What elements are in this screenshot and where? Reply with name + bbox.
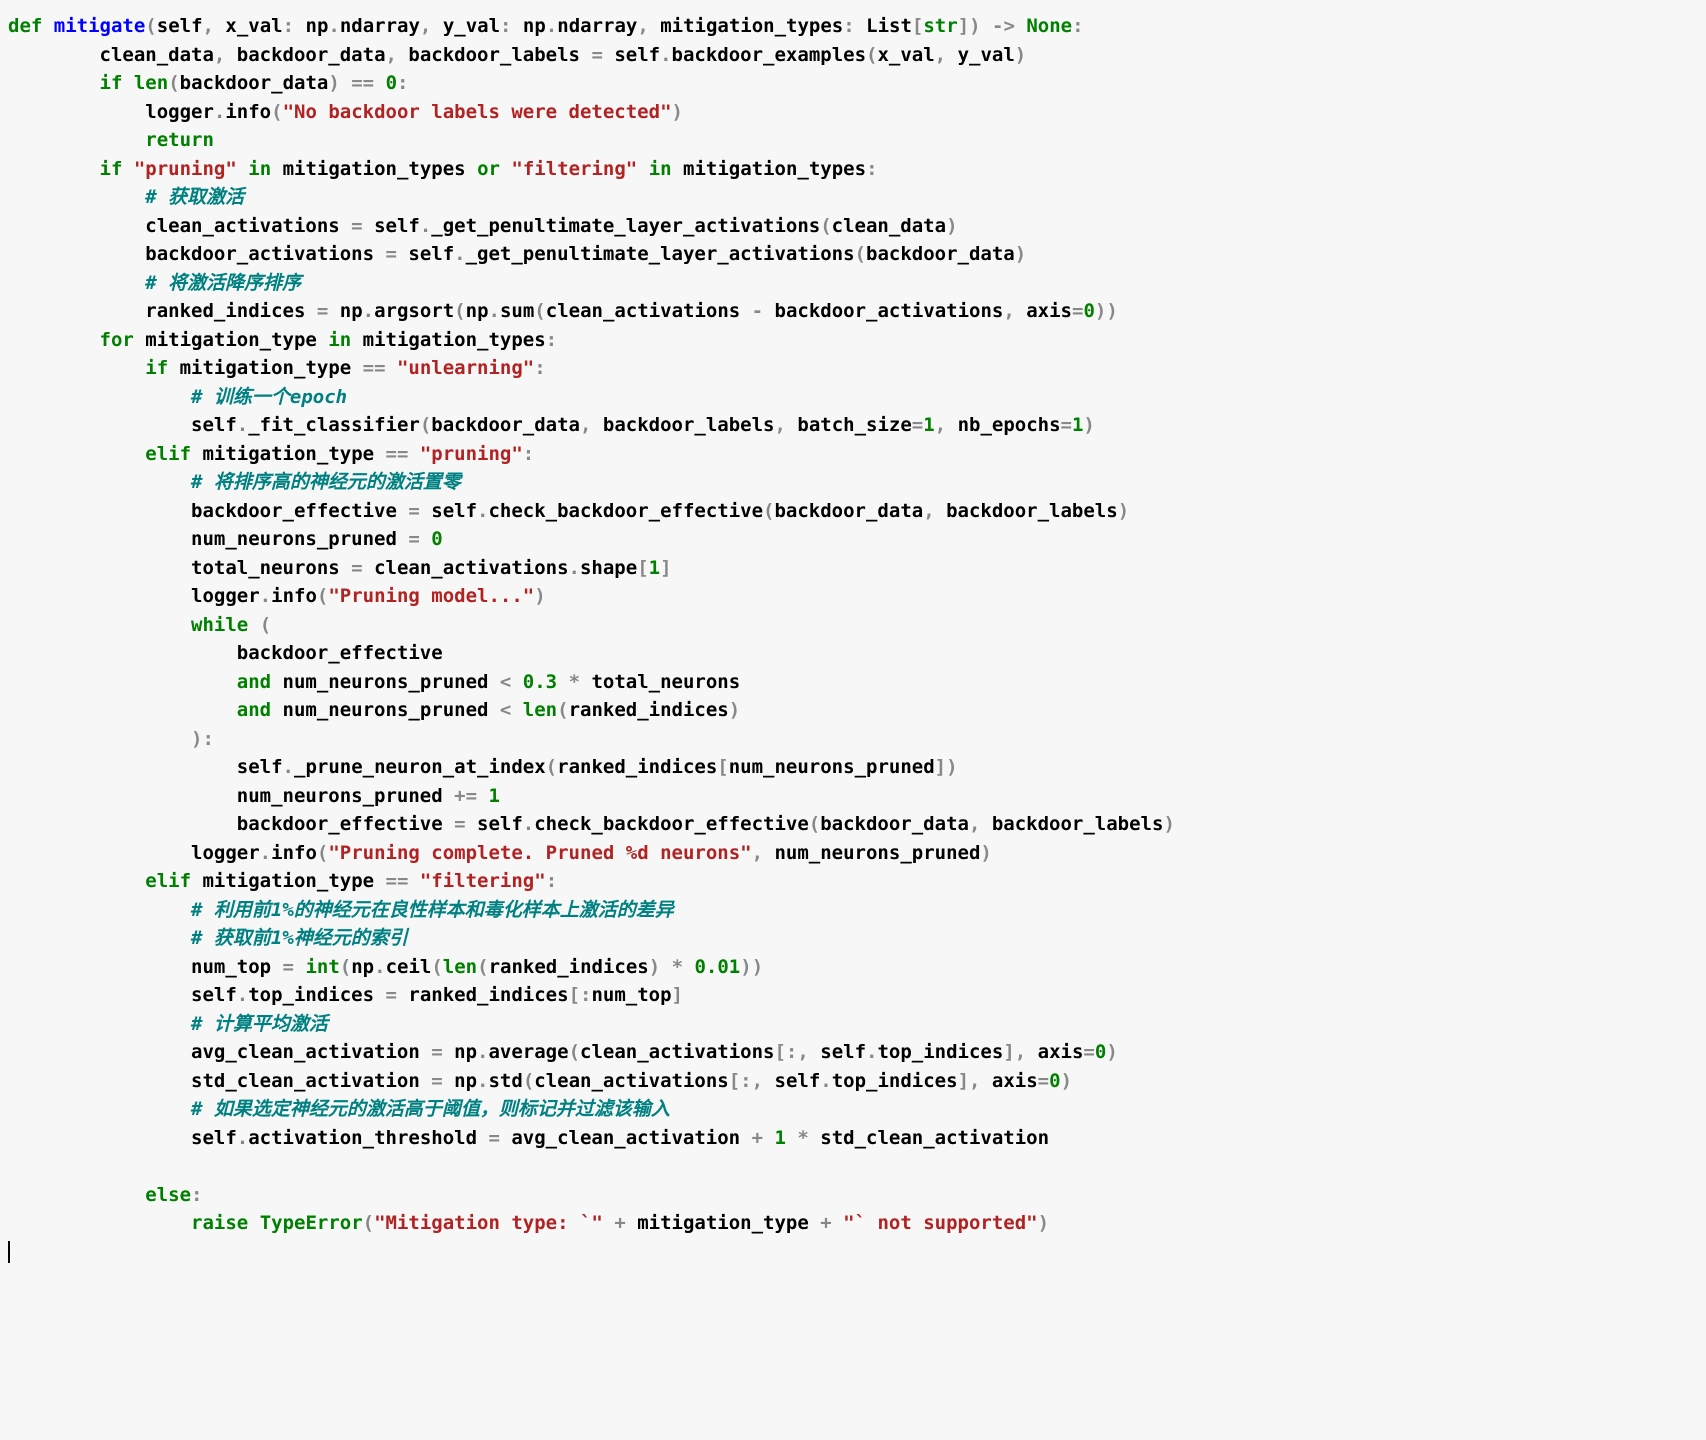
- comment: # 计算平均激活: [191, 1013, 328, 1035]
- comment: # 将激活降序排序: [145, 272, 301, 294]
- comment: # 将排序高的神经元的激活置零: [191, 471, 461, 493]
- keyword-def: def: [8, 15, 42, 37]
- comment: # 训练一个epoch: [191, 386, 347, 408]
- code-block: def mitigate(self, x_val: np.ndarray, y_…: [0, 0, 1706, 1421]
- function-name: mitigate: [54, 15, 146, 37]
- comment: # 如果选定神经元的激活高于阈值，则标记并过滤该输入: [191, 1098, 670, 1120]
- comment: # 利用前1%的神经元在良性样本和毒化样本上激活的差异: [191, 899, 674, 921]
- comment: # 获取前1%神经元的索引: [191, 927, 408, 949]
- text-cursor: [8, 1241, 10, 1263]
- comment: # 获取激活: [145, 186, 244, 208]
